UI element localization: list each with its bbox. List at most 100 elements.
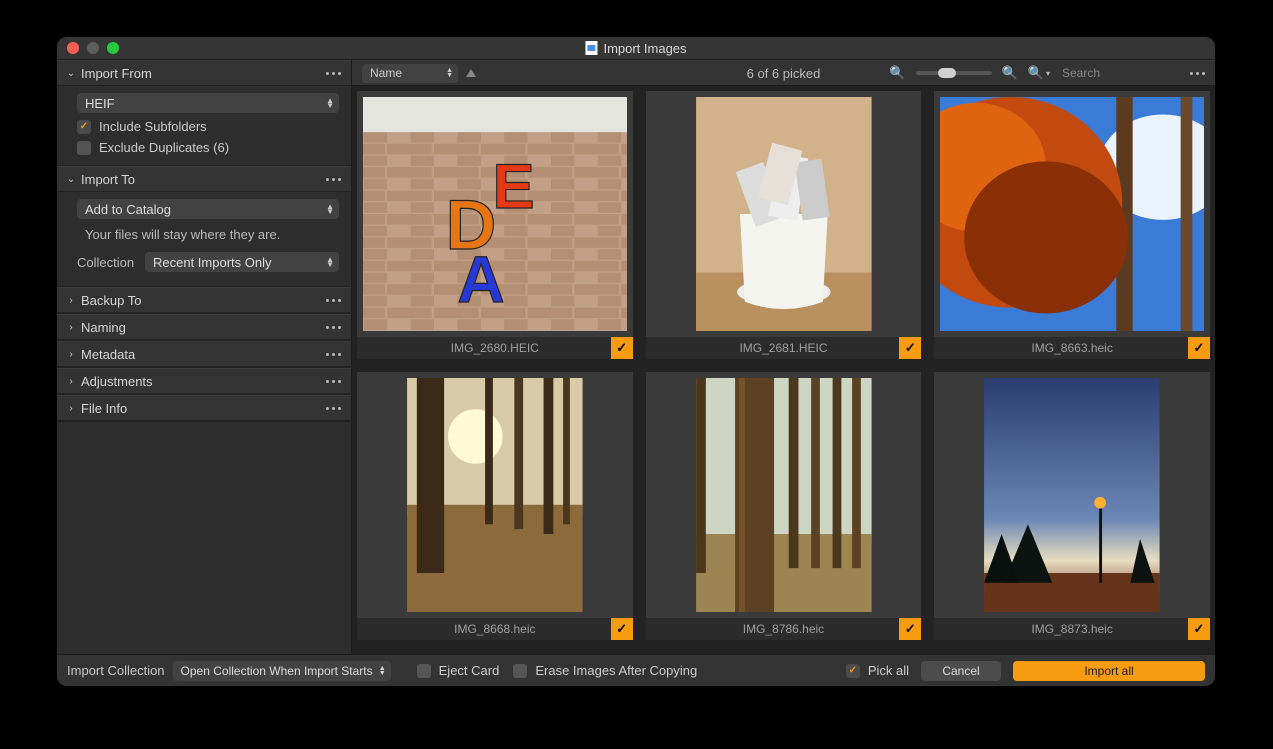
chevron-right-icon: › (65, 349, 77, 360)
thumbnail-filename: IMG_2681.HEIC (646, 337, 922, 359)
thumbnail-item[interactable]: D E A IMG_2680.HEIC ✓ (357, 91, 633, 359)
thumbnail-grid: D E A IMG_2680.HEIC ✓ (357, 91, 1210, 640)
thumbnail-filename: IMG_8663.heic (934, 337, 1210, 359)
more-icon[interactable] (326, 72, 341, 75)
pick-all-row[interactable]: Pick all (846, 663, 909, 678)
more-icon[interactable] (326, 407, 341, 410)
panel-title: Import To (77, 172, 326, 187)
picked-check-icon[interactable]: ✓ (1188, 618, 1210, 640)
erase-after-label: Erase Images After Copying (535, 663, 697, 678)
thumbnail-item[interactable]: IMG_8663.heic ✓ (934, 91, 1210, 359)
chevron-down-icon: ⌄ (65, 174, 77, 185)
erase-after-checkbox[interactable] (513, 664, 527, 678)
panel-import-to: ⌄ Import To Add to Catalog ▲▼ Your files… (57, 166, 351, 287)
eject-card-label: Eject Card (439, 663, 500, 678)
import-all-button[interactable]: Import all (1013, 661, 1205, 681)
zoom-slider-thumb[interactable] (938, 68, 956, 78)
import-source-value: HEIF (85, 96, 115, 111)
exclude-duplicates-row[interactable]: Exclude Duplicates (6) (77, 140, 339, 155)
zoom-in-icon[interactable]: 🔍 (1002, 65, 1018, 81)
titlebar: Import Images (57, 37, 1215, 60)
eject-card-checkbox[interactable] (417, 664, 431, 678)
stepper-icon: ▲▼ (379, 666, 386, 676)
thumbnail-image (646, 91, 922, 337)
stepper-icon: ▲▼ (326, 98, 334, 108)
svg-text:E: E (492, 152, 534, 222)
picked-check-icon[interactable]: ✓ (1188, 337, 1210, 359)
eject-card-row[interactable]: Eject Card (417, 663, 500, 678)
stepper-icon: ▲▼ (326, 204, 334, 214)
erase-after-row[interactable]: Erase Images After Copying (513, 663, 697, 678)
minimize-window-button[interactable] (87, 42, 99, 54)
panel-header-file-info[interactable]: › File Info (57, 395, 351, 421)
exclude-duplicates-checkbox[interactable] (77, 141, 91, 155)
collection-select[interactable]: Recent Imports Only ▲▼ (145, 252, 339, 272)
more-icon[interactable] (326, 178, 341, 181)
panel-header-naming[interactable]: › Naming (57, 314, 351, 340)
thumbnail-image: D E A (357, 91, 633, 337)
sort-ascending-icon[interactable] (466, 69, 476, 77)
stepper-icon: ▲▼ (446, 68, 453, 78)
panel-header-adjustments[interactable]: › Adjustments (57, 368, 351, 394)
search-input[interactable] (1060, 65, 1180, 81)
close-window-button[interactable] (67, 42, 79, 54)
more-icon[interactable] (326, 380, 341, 383)
picked-check-icon[interactable]: ✓ (899, 337, 921, 359)
include-subfolders-checkbox[interactable] (77, 120, 91, 134)
window-title-area: Import Images (585, 41, 686, 56)
import-destination-value: Add to Catalog (85, 202, 171, 217)
thumbnail-grid-wrap[interactable]: D E A IMG_2680.HEIC ✓ (352, 86, 1215, 654)
panel-title: Metadata (77, 347, 326, 362)
picked-check-icon[interactable]: ✓ (899, 618, 921, 640)
sort-by-select[interactable]: Name ▲▼ (362, 64, 458, 83)
include-subfolders-label: Include Subfolders (99, 119, 207, 134)
pick-all-checkbox[interactable] (846, 664, 860, 678)
pick-all-label: Pick all (868, 663, 909, 678)
thumbnail-item[interactable]: IMG_8786.heic ✓ (646, 372, 922, 640)
zoom-out-icon[interactable]: 🔍 (889, 65, 905, 81)
import-collection-value: Open Collection When Import Starts (181, 664, 373, 678)
more-icon[interactable] (1190, 72, 1205, 75)
cancel-button[interactable]: Cancel (921, 661, 1001, 681)
import-collection-select[interactable]: Open Collection When Import Starts ▲▼ (173, 661, 391, 681)
zoom-slider[interactable] (916, 71, 992, 75)
toolbar: Name ▲▼ 6 of 6 picked 🔍 🔍 🔍▾ (352, 60, 1215, 86)
panel-title: Adjustments (77, 374, 326, 389)
panel-title: Import From (77, 66, 326, 81)
body: ⌄ Import From HEIF ▲▼ Include Subfolders (57, 60, 1215, 654)
sidebar: ⌄ Import From HEIF ▲▼ Include Subfolders (57, 60, 352, 654)
panel-header-metadata[interactable]: › Metadata (57, 341, 351, 367)
more-icon[interactable] (326, 299, 341, 302)
thumbnail-item[interactable]: IMG_8668.heic ✓ (357, 372, 633, 640)
panel-metadata: › Metadata (57, 341, 351, 368)
panel-header-import-from[interactable]: ⌄ Import From (57, 60, 351, 86)
chevron-right-icon: › (65, 403, 77, 414)
import-destination-select[interactable]: Add to Catalog ▲▼ (77, 199, 339, 219)
chevron-right-icon: › (65, 376, 77, 387)
chevron-down-icon: ⌄ (65, 68, 77, 79)
zoom-window-button[interactable] (107, 42, 119, 54)
include-subfolders-row[interactable]: Include Subfolders (77, 119, 339, 134)
picked-check-icon[interactable]: ✓ (611, 618, 633, 640)
panel-adjustments: › Adjustments (57, 368, 351, 395)
thumbnail-item[interactable]: IMG_2681.HEIC ✓ (646, 91, 922, 359)
panel-backup-to: › Backup To (57, 287, 351, 314)
content: Name ▲▼ 6 of 6 picked 🔍 🔍 🔍▾ (352, 60, 1215, 654)
svg-text:A: A (457, 243, 504, 316)
panel-header-backup-to[interactable]: › Backup To (57, 287, 351, 313)
panel-header-import-to[interactable]: ⌄ Import To (57, 166, 351, 192)
import-source-select[interactable]: HEIF ▲▼ (77, 93, 339, 113)
more-icon[interactable] (326, 353, 341, 356)
thumbnail-filename: IMG_8786.heic (646, 618, 922, 640)
panel-title: File Info (77, 401, 326, 416)
panel-import-from: ⌄ Import From HEIF ▲▼ Include Subfolders (57, 60, 351, 166)
document-icon (585, 41, 597, 55)
thumbnail-filename: IMG_8668.heic (357, 618, 633, 640)
more-icon[interactable] (326, 326, 341, 329)
window-title: Import Images (603, 41, 686, 56)
thumbnail-filename: IMG_2680.HEIC (357, 337, 633, 359)
import-window: Import Images ⌄ Import From HEIF ▲▼ (57, 37, 1215, 686)
search-icon[interactable]: 🔍▾ (1028, 65, 1050, 81)
picked-check-icon[interactable]: ✓ (611, 337, 633, 359)
thumbnail-item[interactable]: IMG_8873.heic ✓ (934, 372, 1210, 640)
